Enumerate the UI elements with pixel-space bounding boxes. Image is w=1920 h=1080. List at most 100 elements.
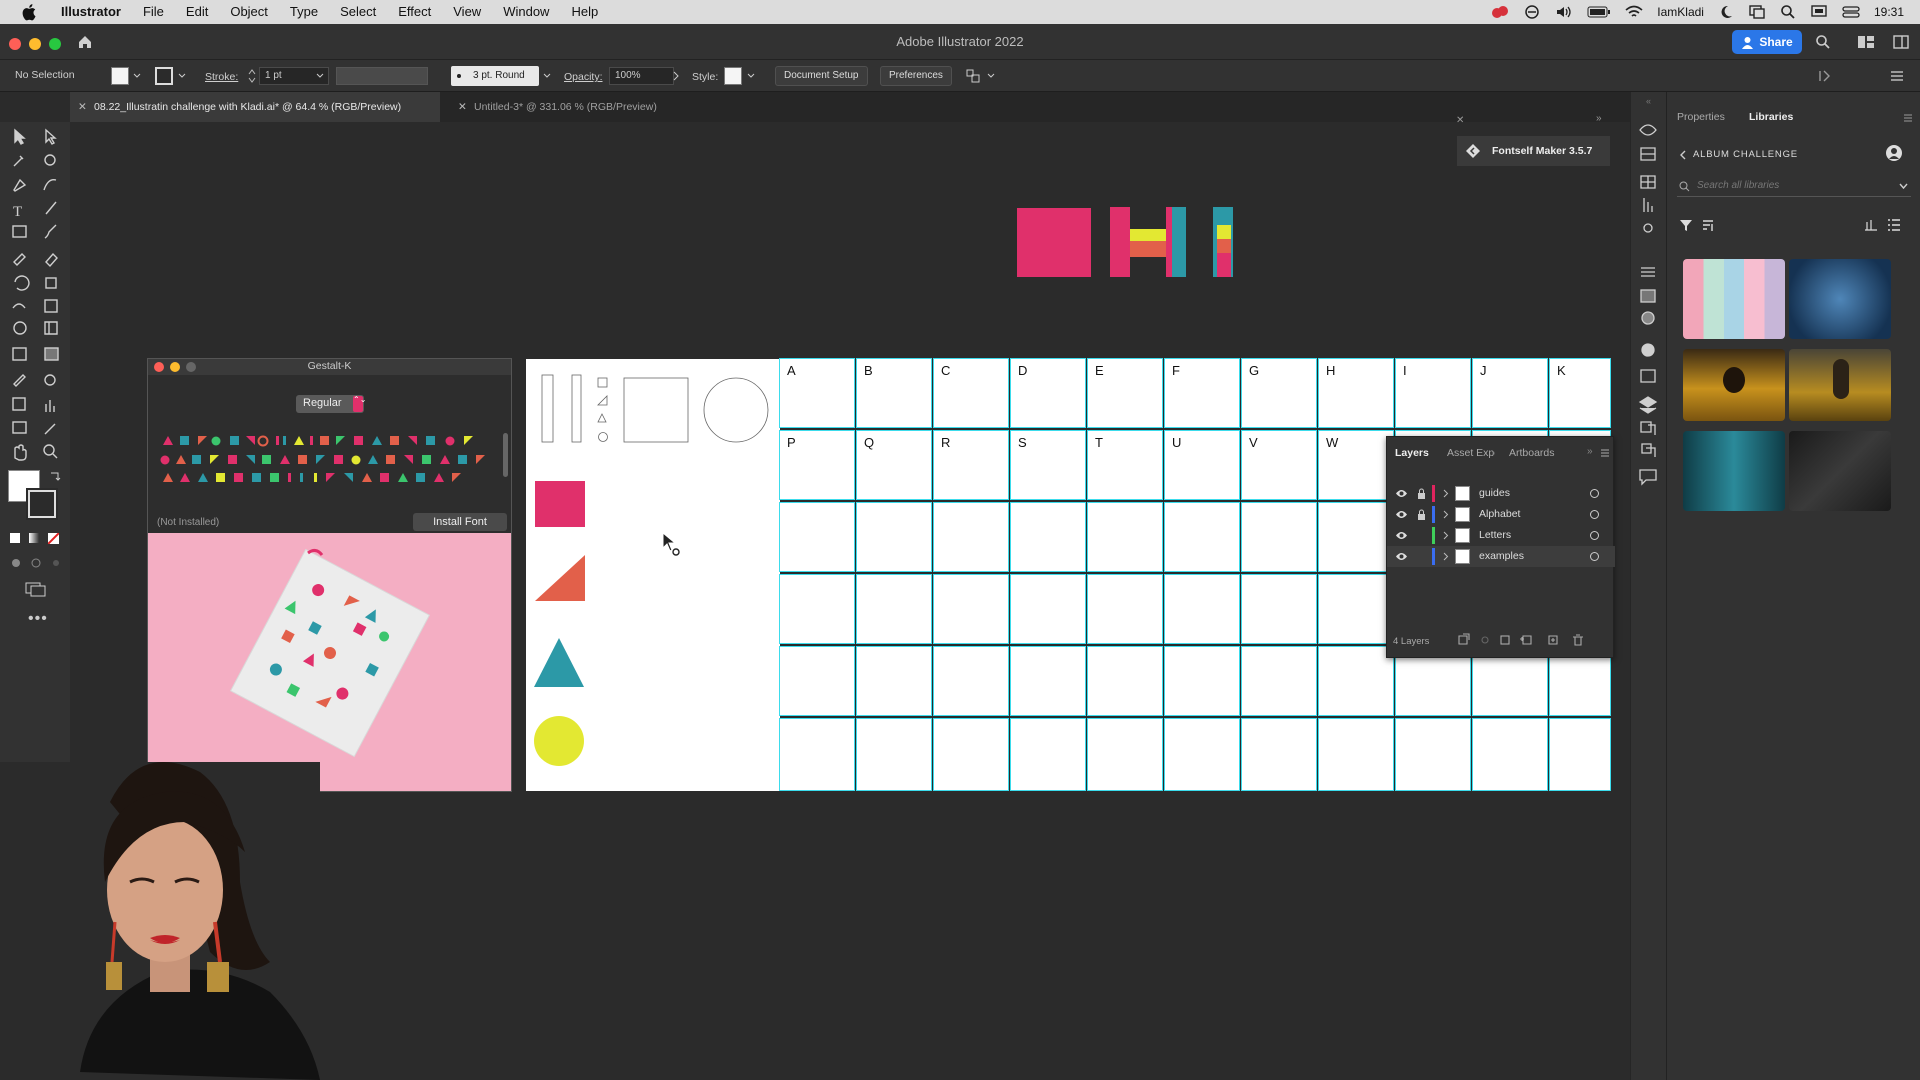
menu-app-name[interactable]: Illustrator: [50, 0, 132, 24]
glyph-cell[interactable]: [1241, 718, 1317, 791]
fontself-close-icon[interactable]: ✕: [1456, 115, 1464, 126]
glyph-cell[interactable]: [1318, 646, 1394, 716]
list-view-icon[interactable]: [1887, 218, 1901, 232]
stroke-label[interactable]: Stroke:: [205, 71, 238, 83]
opacity-chevron-right-icon[interactable]: [672, 71, 680, 81]
artboard-tool-icon[interactable]: [12, 421, 27, 434]
tab-artboards[interactable]: Artboards: [1509, 447, 1555, 459]
control-bar-menu-icon[interactable]: [1889, 68, 1905, 84]
stroke-panel-icon[interactable]: [1641, 267, 1655, 277]
menu-effect[interactable]: Effect: [387, 0, 442, 24]
glyph-cell[interactable]: V: [1241, 430, 1317, 500]
fontself-collapse-icon[interactable]: »: [1596, 113, 1602, 124]
width-tool-icon[interactable]: [12, 303, 26, 309]
wifi-icon[interactable]: [1625, 5, 1643, 19]
dark-mode-moon-icon[interactable]: [1718, 4, 1734, 20]
tab-close-icon[interactable]: ✕: [458, 92, 467, 122]
glyph-cell[interactable]: W: [1318, 430, 1394, 500]
back-chevron-icon[interactable]: [1679, 150, 1687, 160]
layer-row[interactable]: examples: [1387, 546, 1615, 567]
library-image-thumbnail-teal-texture[interactable]: [1683, 431, 1785, 511]
none-mode-icon[interactable]: [48, 533, 59, 544]
libraries-panel-menu-icon[interactable]: [1903, 113, 1913, 123]
glyph-cell[interactable]: [933, 718, 1009, 791]
gradient-tool-icon[interactable]: [44, 347, 59, 361]
preferences-button[interactable]: Preferences: [880, 66, 952, 86]
glyph-cell[interactable]: [779, 646, 855, 716]
lasso-tool-icon[interactable]: [44, 154, 56, 166]
layer-target-circle-icon[interactable]: [1590, 510, 1599, 519]
screen-mirroring-icon[interactable]: [1748, 4, 1766, 20]
glyph-cell[interactable]: U: [1164, 430, 1240, 500]
glyph-cell[interactable]: [1395, 718, 1471, 791]
teal-triangle-shape[interactable]: [534, 638, 584, 687]
glyph-cell[interactable]: [1549, 718, 1611, 791]
document-setup-button[interactable]: Document Setup: [775, 66, 868, 86]
hand-tool-icon[interactable]: [14, 444, 27, 461]
pink-square-shape[interactable]: [535, 481, 585, 527]
create-sublayer-icon[interactable]: [1520, 635, 1532, 645]
artboards-panel-icon[interactable]: [1641, 443, 1656, 457]
library-image-thumbnail-blue-texture[interactable]: [1789, 259, 1891, 339]
glyph-cell[interactable]: [1010, 574, 1086, 644]
scale-tool-icon[interactable]: [45, 277, 57, 289]
symbols-panel-icon[interactable]: [1643, 223, 1653, 233]
glyph-cell[interactable]: [1472, 718, 1548, 791]
glyph-cell[interactable]: [1164, 718, 1240, 791]
tab-properties[interactable]: Properties: [1677, 111, 1725, 123]
graphic-style-swatch[interactable]: [724, 67, 742, 85]
glyph-cell[interactable]: [1087, 574, 1163, 644]
variable-width-profile[interactable]: [336, 67, 428, 85]
color-guide-panel-icon[interactable]: [1641, 343, 1655, 357]
layer-row[interactable]: Alphabet: [1387, 504, 1615, 525]
glyph-cell[interactable]: [856, 502, 932, 572]
glyph-cell[interactable]: [1318, 718, 1394, 791]
arrange-documents-icon[interactable]: [1893, 34, 1909, 50]
library-search-chevron-icon[interactable]: [1899, 183, 1908, 190]
arrange-icon[interactable]: [965, 68, 981, 84]
glyph-cell[interactable]: [856, 646, 932, 716]
transparency-panel-icon[interactable]: [1640, 147, 1656, 161]
color-panel-icon[interactable]: [1641, 311, 1655, 325]
layers-panel-icon[interactable]: [1638, 396, 1658, 414]
layers-collapse-icon[interactable]: »: [1587, 446, 1593, 457]
slice-tool-icon[interactable]: [44, 423, 56, 435]
glyph-cell[interactable]: [1241, 646, 1317, 716]
control-center-icon[interactable]: [1842, 4, 1860, 20]
volume-icon[interactable]: [1555, 4, 1573, 20]
example-glyph-i[interactable]: [1213, 207, 1233, 277]
tab-layers[interactable]: Layers: [1395, 447, 1429, 459]
icon-strip-collapse-icon[interactable]: «: [1646, 96, 1651, 106]
guide-circle[interactable]: [703, 377, 769, 443]
glyph-cell[interactable]: [1241, 502, 1317, 572]
align-panel-icon[interactable]: [1640, 369, 1656, 383]
glyph-cell[interactable]: [1164, 646, 1240, 716]
sync-icon[interactable]: [1523, 4, 1541, 20]
fill-swatch[interactable]: [111, 67, 129, 85]
line-tool-icon[interactable]: [45, 201, 57, 215]
draw-modes-icon[interactable]: [10, 557, 60, 569]
zoom-tool-icon[interactable]: [43, 444, 55, 456]
column-graph-tool-icon[interactable]: [45, 400, 55, 412]
locate-object-icon[interactable]: [1481, 636, 1489, 644]
expand-chevron-icon[interactable]: [1443, 531, 1449, 540]
layer-target-circle-icon[interactable]: [1590, 531, 1599, 540]
battery-icon[interactable]: [1587, 5, 1611, 19]
expand-chevron-icon[interactable]: [1443, 552, 1449, 561]
library-image-thumbnail-dark-texture[interactable]: [1789, 431, 1891, 511]
fontself-maker-panel[interactable]: Fontself Maker 3.5.7: [1457, 136, 1610, 166]
blend-tool-icon[interactable]: [44, 374, 56, 386]
glyph-cell[interactable]: [933, 502, 1009, 572]
magic-wand-tool-icon[interactable]: [13, 155, 24, 167]
menubar-username[interactable]: IamKladi: [1657, 5, 1704, 19]
swap-fill-stroke-icon[interactable]: [48, 470, 62, 484]
share-button[interactable]: Share: [1732, 30, 1802, 54]
guide-small-circle[interactable]: [598, 432, 608, 442]
visibility-eye-icon[interactable]: [1395, 531, 1408, 540]
create-new-layer-icon[interactable]: [1548, 635, 1558, 645]
library-search-field[interactable]: Search all libraries: [1677, 177, 1911, 197]
library-collaborate-icon[interactable]: [1885, 144, 1903, 162]
export-for-screens-icon[interactable]: [1458, 633, 1470, 645]
gradient-mode-icon[interactable]: [29, 533, 39, 543]
visibility-eye-icon[interactable]: [1395, 510, 1408, 519]
